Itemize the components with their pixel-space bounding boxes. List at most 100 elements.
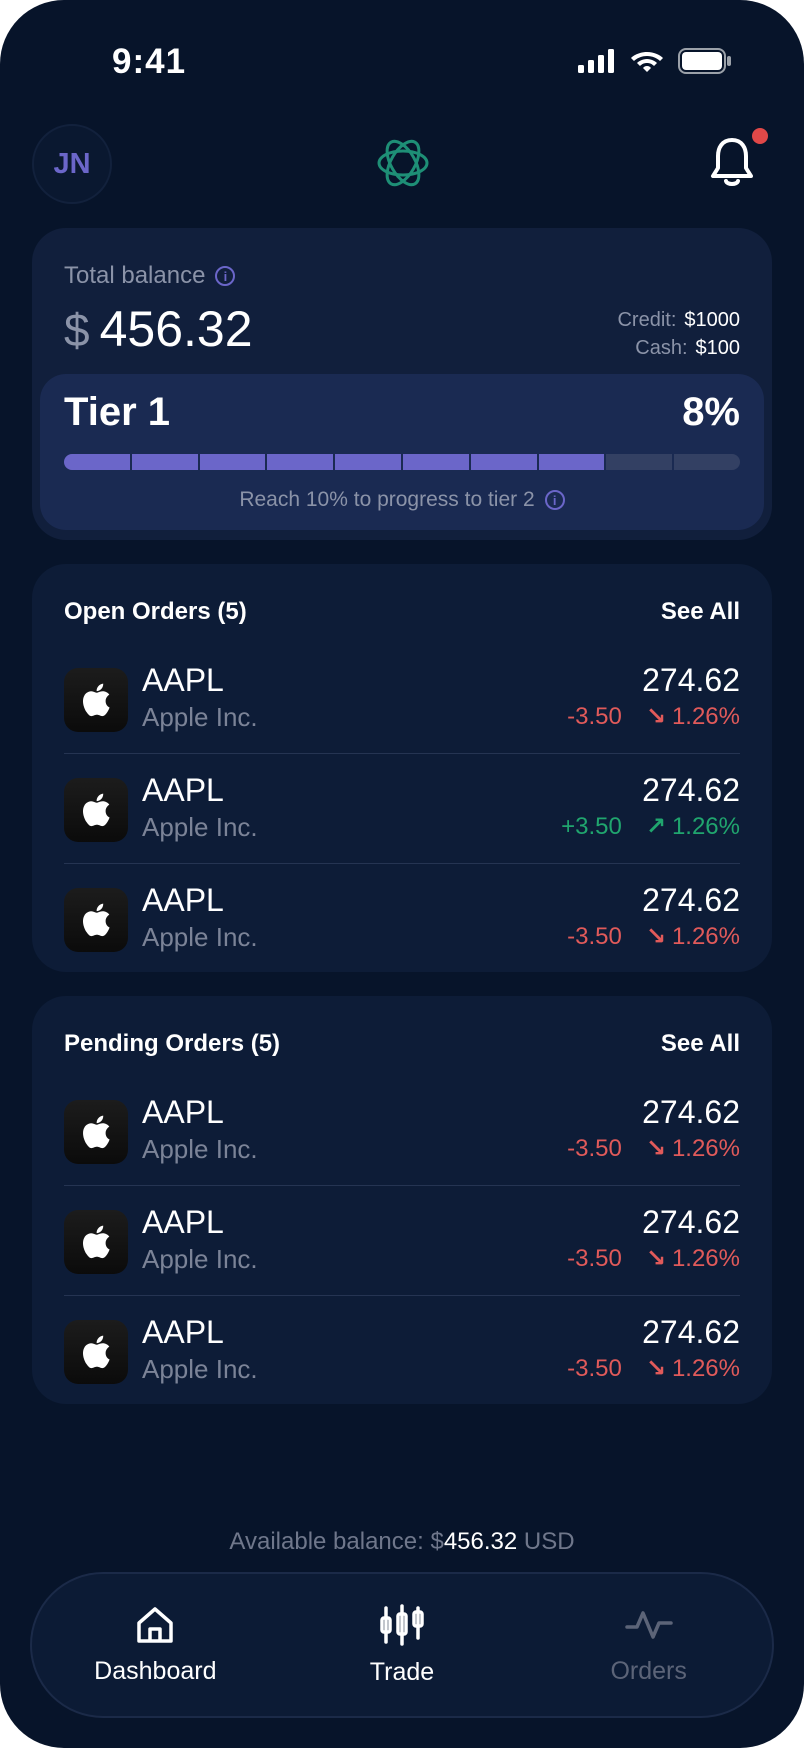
order-company: Apple Inc. — [142, 1134, 258, 1164]
order-price: 274.62 — [642, 882, 740, 918]
order-row[interactable]: AAPL Apple Inc. 274.62 -3.50 ↘ 1.26% — [64, 1186, 740, 1296]
available-balance: Available balance: $456.32 USD — [0, 1528, 804, 1556]
cash-row: Cash: $100 — [617, 334, 740, 362]
candlestick-icon — [380, 1603, 424, 1646]
bottom-nav: Dashboard Trade Orders — [30, 1572, 774, 1718]
status-time: 9:41 — [112, 42, 187, 81]
order-change: -3.50 ↘ 1.26% — [567, 1354, 740, 1383]
order-change-percent-wrap: ↗ 1.26% — [646, 812, 740, 841]
order-row[interactable]: AAPL Apple Inc. 274.62 +3.50 ↗ 1.26% — [64, 754, 740, 864]
available-balance-value: 456.32 — [443, 1528, 518, 1555]
order-company: Apple Inc. — [142, 1354, 258, 1384]
pending-orders-list: AAPL Apple Inc. 274.62 -3.50 ↘ 1.26% AAPL Apple… — [64, 1076, 740, 1406]
order-change-percent: 1.26% — [671, 1135, 740, 1162]
total-balance-label: Total balance i — [64, 262, 236, 290]
order-change-percent: 1.26% — [671, 1245, 740, 1272]
apple-logo-icon — [83, 1115, 110, 1149]
apple-logo-icon — [83, 903, 110, 937]
order-change-percent: 1.26% — [671, 813, 740, 840]
order-row[interactable]: AAPL Apple Inc. 274.62 -3.50 ↘ 1.26% — [64, 1296, 740, 1406]
pending-orders-title: Pending Orders (5) — [64, 1030, 281, 1057]
order-company: Apple Inc. — [142, 1244, 258, 1274]
order-price: 274.62 — [642, 1314, 740, 1350]
tier-info-icon[interactable]: i — [544, 490, 565, 510]
tier-percent: 8% — [682, 390, 740, 434]
order-ticker: AAPL — [142, 772, 224, 808]
avatar-initials: JN — [53, 147, 91, 180]
trend-arrow-icon: ↘ — [645, 703, 666, 730]
nav-dashboard[interactable]: Dashboard — [65, 1605, 245, 1686]
tier-progress-segment — [470, 454, 537, 470]
order-company: Apple Inc. — [142, 812, 258, 842]
status-icons — [578, 48, 732, 74]
tier-progress-segment — [267, 454, 334, 470]
credit-row: Credit: $1000 — [617, 306, 740, 334]
stock-logo — [64, 778, 128, 842]
notification-bell-icon[interactable] — [708, 136, 756, 188]
open-orders-see-all-button[interactable]: See All — [661, 598, 740, 626]
tier-progress-segment — [538, 454, 605, 470]
order-company: Apple Inc. — [142, 702, 258, 732]
tier-progress-box: Tier 1 8% Reach 10% to progress to tier … — [40, 374, 764, 530]
order-change-percent-wrap: ↘ 1.26% — [646, 1244, 740, 1273]
order-change-percent-wrap: ↘ 1.26% — [646, 1354, 740, 1383]
cash-label: Cash: — [635, 337, 688, 359]
tier-progress-segment — [335, 454, 401, 470]
nav-trade[interactable]: Trade — [312, 1603, 492, 1687]
order-price: 274.62 — [642, 1094, 740, 1130]
balance-value: 456.32 — [99, 301, 253, 357]
trend-arrow-icon: ↘ — [645, 1245, 666, 1272]
balance-card: Total balance i $ 456.32 Credit: $1000 Ca… — [32, 228, 772, 540]
tier-progress-segment — [674, 454, 740, 470]
activity-icon — [624, 1610, 673, 1639]
open-orders-list: AAPL Apple Inc. 274.62 -3.50 ↘ 1.26% AAPL Apple… — [64, 644, 740, 974]
order-ticker: AAPL — [142, 1094, 224, 1130]
order-change-value: -3.50 — [567, 1134, 622, 1162]
order-row[interactable]: AAPL Apple Inc. 274.62 -3.50 ↘ 1.26% — [64, 1076, 740, 1186]
order-change-percent-wrap: ↘ 1.26% — [646, 1134, 740, 1163]
order-row[interactable]: AAPL Apple Inc. 274.62 -3.50 ↘ 1.26% — [64, 864, 740, 974]
order-company: Apple Inc. — [142, 922, 258, 952]
currency-symbol: $ — [64, 304, 90, 356]
order-change-percent: 1.26% — [671, 703, 740, 730]
order-change-percent-wrap: ↘ 1.26% — [646, 922, 740, 951]
apple-logo-icon — [83, 793, 110, 827]
order-row[interactable]: AAPL Apple Inc. 274.62 -3.50 ↘ 1.26% — [64, 644, 740, 754]
stock-logo — [64, 1320, 128, 1384]
order-change-percent-wrap: ↘ 1.26% — [646, 702, 740, 731]
stock-logo — [64, 1210, 128, 1274]
total-balance-label-text: Total balance — [64, 262, 206, 289]
order-change-value: -3.50 — [567, 1244, 622, 1272]
avatar[interactable]: JN — [32, 124, 112, 204]
stock-logo — [64, 668, 128, 732]
trend-arrow-icon: ↘ — [645, 923, 666, 950]
total-balance-amount: $ 456.32 — [64, 300, 253, 358]
info-icon[interactable]: i — [215, 266, 236, 286]
credit-value: $1000 — [684, 309, 740, 331]
order-ticker: AAPL — [142, 1314, 224, 1350]
apple-logo-icon — [83, 1335, 110, 1369]
available-balance-unit: USD — [523, 1528, 575, 1555]
order-ticker: AAPL — [142, 662, 224, 698]
order-ticker: AAPL — [142, 882, 224, 918]
home-icon — [137, 1606, 174, 1643]
brand-logo — [377, 139, 429, 187]
tier-progress-segment — [199, 454, 266, 470]
order-price: 274.62 — [642, 772, 740, 808]
order-change: -3.50 ↘ 1.26% — [567, 702, 740, 731]
apple-logo-icon — [83, 1225, 110, 1259]
tier-progress-segment — [64, 454, 130, 470]
pending-orders-see-all-button[interactable]: See All — [661, 1030, 740, 1058]
nav-dashboard-label: Dashboard — [94, 1656, 217, 1685]
signal-icon — [578, 49, 614, 73]
nav-trade-label: Trade — [369, 1657, 435, 1686]
order-change-value: -3.50 — [567, 1354, 622, 1382]
apple-logo-icon — [83, 683, 110, 717]
nav-orders[interactable]: Orders — [559, 1605, 739, 1686]
notification-dot — [752, 128, 768, 144]
stock-logo — [64, 888, 128, 952]
available-balance-currency: $ — [430, 1528, 444, 1555]
wifi-icon — [631, 52, 663, 72]
tier-progress-segment — [131, 454, 198, 470]
tier-hint: Reach 10% to progress to tier 2 i — [40, 488, 764, 512]
